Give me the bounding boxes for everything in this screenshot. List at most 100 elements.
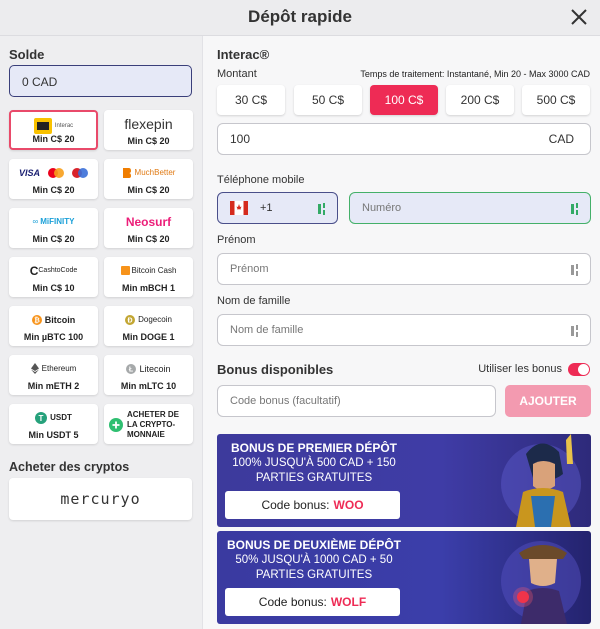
method-min: Min C$ 20 [32, 185, 75, 195]
method-min: Min mLTC 10 [120, 381, 177, 391]
banner-line2: PARTIES GRATUITES [255, 569, 373, 581]
amount-option[interactable]: 30 C$ [217, 85, 285, 115]
method-min: Min C$ 20 [32, 234, 75, 244]
phone-label: Téléphone mobile [217, 174, 305, 186]
method-title: Interac® [217, 47, 270, 62]
code-value: WOO [333, 498, 364, 512]
bonus-title: Bonus disponibles [217, 362, 334, 377]
mifinity-logo-icon: ∞ MiFINITY [32, 217, 75, 226]
method-flexepin[interactable]: flexepin Min C$ 20 [104, 110, 193, 150]
banner-title: BONUS DE DEUXIÈME DÉPÔT [226, 538, 402, 552]
amount-label: Montant [217, 68, 257, 80]
visa-mastercard-icon: VISA [9, 164, 98, 181]
code-value: WOLF [330, 595, 367, 609]
bitcoin-logo-icon: ₿ Bitcoin [9, 311, 98, 328]
dogecoin-logo-icon: Ð Dogecoin [104, 311, 193, 328]
lastname-input[interactable]: Nom de famille [217, 314, 591, 346]
currency-label: CAD [548, 132, 574, 146]
phone-prefix: +1 [260, 202, 273, 214]
method-min: Min C$ 20 [127, 185, 170, 195]
method-cards[interactable]: VISA Min C$ 20 [9, 159, 98, 199]
method-muchbetter[interactable]: MuchBetter Min C$ 20 [104, 159, 193, 199]
tether-logo-icon: T USDT [9, 409, 98, 426]
method-min: Min µBTC 100 [23, 332, 84, 342]
toggle-knob [578, 364, 589, 375]
balance-label: Solde [9, 47, 45, 62]
method-min: Min C$ 10 [32, 283, 75, 293]
svg-text:Ł: Ł [129, 366, 134, 373]
banner-title: BONUS DE PREMIER DÉPÔT [230, 441, 398, 455]
bitcoin-cash-logo-icon: Bitcoin Cash [104, 262, 193, 279]
modal-header: Dépôt rapide [0, 0, 600, 36]
method-ethereum[interactable]: Ethereum Min mETH 2 [9, 355, 98, 395]
method-interac[interactable]: Interac Min C$ 20 [9, 110, 98, 150]
payment-sidebar: Solde 0 CAD Interac Min C$ 20 flexepin M… [0, 36, 202, 629]
amount-input[interactable]: 100 CAD [217, 123, 591, 155]
bonus-banner-first: BONUS DE PREMIER DÉPÔT 100% JUSQU'À 500 … [217, 434, 591, 527]
svg-text:₿: ₿ [34, 316, 40, 324]
amount-option[interactable]: 50 C$ [294, 85, 362, 115]
explorer-character-icon [501, 541, 581, 624]
method-min: Min mBCH 1 [121, 283, 175, 293]
buy-crypto-heading: Acheter des cryptos [9, 460, 130, 474]
muchbetter-logo-icon: MuchBetter [104, 164, 193, 181]
bonus-code-input[interactable]: Code bonus (facultatif) [217, 385, 496, 417]
lastname-label: Nom de famille [217, 295, 291, 307]
banner-line1: 50% JUSQU'À 1000 CAD + 50 [235, 554, 393, 566]
lastname-placeholder: Nom de famille [230, 324, 304, 336]
litecoin-logo-icon: Ł Litecoin [104, 360, 193, 377]
interac-logo-icon: Interac [11, 117, 96, 134]
ethereum-logo-icon: Ethereum [9, 360, 98, 377]
method-min: Min mETH 2 [27, 381, 80, 391]
method-min: Min C$ 20 [127, 234, 170, 244]
neosurf-logo-icon: Neosurf [125, 214, 172, 229]
method-bitcoin[interactable]: ₿ Bitcoin Min µBTC 100 [9, 306, 98, 346]
canada-flag-icon [230, 201, 248, 215]
country-code-select[interactable]: +1 [217, 192, 338, 224]
plus-circle-icon [109, 418, 123, 432]
firstname-input[interactable]: Prénom [217, 253, 591, 285]
banner-line2: PARTIES GRATUITES [255, 472, 373, 484]
modal-title: Dépôt rapide [248, 7, 352, 26]
mercuryo-button[interactable]: mercuryo [9, 478, 192, 520]
bonus-code-placeholder: Code bonus (facultatif) [230, 395, 341, 407]
method-min: Min C$ 20 [32, 134, 75, 144]
amount-option[interactable]: 500 C$ [522, 85, 590, 115]
method-mifinity[interactable]: ∞ MiFINITY Min C$ 20 [9, 208, 98, 248]
buy-crypto-tile[interactable]: ACHETER DE LA CRYPTO-MONNAIE [104, 404, 193, 444]
use-bonus-label: Utiliser les bonus [478, 363, 562, 375]
firstname-label: Prénom [217, 234, 256, 246]
firstname-placeholder: Prénom [230, 263, 269, 275]
flexepin-logo-icon: flexepin [124, 115, 173, 132]
method-litecoin[interactable]: Ł Litecoin Min mLTC 10 [104, 355, 193, 395]
autofill-icon [571, 325, 578, 337]
warrior-character-icon [501, 434, 581, 527]
banner-line1: 100% JUSQU'À 500 CAD + 150 [232, 457, 396, 469]
balance-display: 0 CAD [9, 65, 192, 97]
processing-info: Temps de traitement: Instantané, Min 20 … [360, 69, 590, 79]
bonus-code-woo-button[interactable]: Code bonus: WOO [225, 491, 400, 519]
autofill-icon [571, 203, 578, 215]
method-min: Min DOGE 1 [122, 332, 175, 342]
svg-text:Ð: Ð [128, 317, 133, 324]
use-bonus-toggle[interactable] [568, 363, 590, 376]
close-icon[interactable] [566, 4, 592, 30]
buy-crypto-label: ACHETER DE LA CRYPTO-MONNAIE [127, 410, 180, 439]
phone-number-input[interactable]: Numéro [349, 192, 591, 224]
amount-option-selected[interactable]: 100 C$ [370, 85, 438, 115]
code-label: Code bonus: [258, 595, 327, 609]
amount-value: 100 [230, 132, 251, 146]
method-cashtocode[interactable]: C CashtoCode Min C$ 10 [9, 257, 98, 297]
method-bitcoin-cash[interactable]: Bitcoin Cash Min mBCH 1 [104, 257, 193, 297]
method-usdt[interactable]: T USDT Min USDT 5 [9, 404, 98, 444]
autofill-icon [318, 203, 325, 215]
bonus-code-wolf-button[interactable]: Code bonus: WOLF [225, 588, 400, 616]
method-neosurf[interactable]: Neosurf Min C$ 20 [104, 208, 193, 248]
method-dogecoin[interactable]: Ð Dogecoin Min DOGE 1 [104, 306, 193, 346]
code-label: Code bonus: [261, 498, 330, 512]
method-min: Min USDT 5 [28, 430, 79, 440]
autofill-icon [571, 264, 578, 276]
amount-option[interactable]: 200 C$ [446, 85, 514, 115]
method-min: Min C$ 20 [127, 136, 170, 146]
add-bonus-button[interactable]: AJOUTER [505, 385, 591, 417]
